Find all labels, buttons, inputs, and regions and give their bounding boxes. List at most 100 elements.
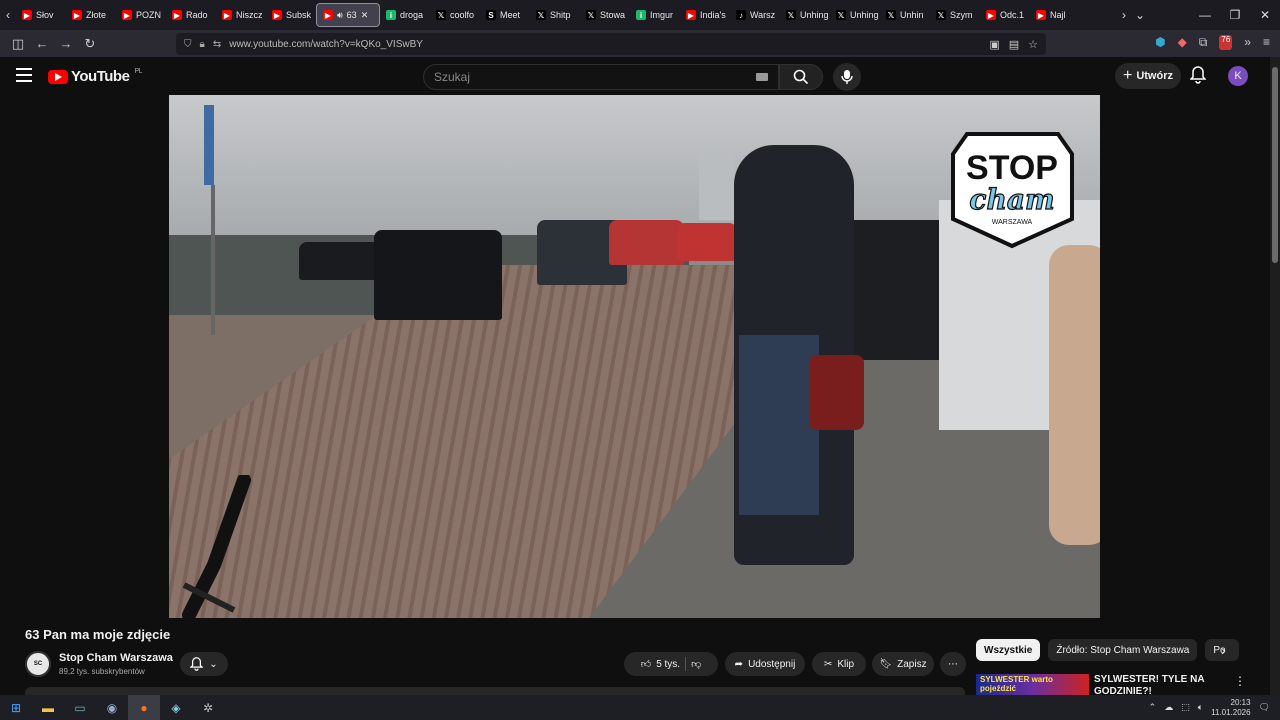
save-label: Zapisz <box>897 658 927 670</box>
firefox-taskbar-icon[interactable]: ● <box>128 695 160 720</box>
browser-tab[interactable]: 𝕏 Unhing <box>780 3 830 27</box>
video-title: 63 Pan ma moje zdjęcie <box>25 627 171 642</box>
notifications-icon[interactable]: 🗨︎ <box>1259 702 1270 713</box>
vpn-extension-icon[interactable]: ⬢ <box>1155 35 1165 50</box>
browser-tab[interactable]: 𝕏 Szym <box>930 3 980 27</box>
browser-tab[interactable]: i droga <box>380 3 430 27</box>
microphone-icon <box>841 70 853 84</box>
shield-icon[interactable]: ⛉ <box>184 39 192 50</box>
tab-label: coolfo <box>450 10 475 20</box>
url-text[interactable]: www.youtube.com/watch?v=kQKo_VISwBY <box>229 39 423 50</box>
app-taskbar-icon[interactable]: ◈ <box>160 695 192 720</box>
browser-tab[interactable]: i Imgur <box>630 3 680 27</box>
browser-tab[interactable]: 𝕏 Stowa <box>580 3 630 27</box>
reader-icon[interactable]: ▤ <box>1009 38 1019 51</box>
steam-icon[interactable]: ◉ <box>96 695 128 720</box>
browser-tab[interactable]: ▶ Subsk <box>266 3 316 27</box>
file-explorer-icon[interactable]: ▬ <box>32 695 64 720</box>
keyboard-icon[interactable] <box>756 73 768 81</box>
clock[interactable]: 20:13 11.01.2026 <box>1211 698 1250 718</box>
browser-tab[interactable]: ▶ Słov <box>16 3 66 27</box>
address-bar[interactable]: ⛉ 🔒︎ ⇆ www.youtube.com/watch?v=kQKo_VISw… <box>176 33 1046 55</box>
hamburger-menu-icon[interactable] <box>16 68 32 82</box>
sidebar-toggle-icon[interactable]: ◫ <box>6 36 30 52</box>
recommended-video-thumbnail[interactable]: SYLWESTER warto pojeździć <box>976 674 1089 695</box>
browser-tab[interactable]: ▶ Rado <box>166 3 216 27</box>
like-button[interactable]: 👍︎ 5 tys. <box>641 658 680 671</box>
browser-tab[interactable]: ▶ Najl <box>1030 3 1080 27</box>
browser-tab[interactable]: 𝕏 Unhin <box>880 3 930 27</box>
more-actions-button[interactable]: ⋯ <box>940 652 966 676</box>
account-avatar[interactable]: K <box>1228 66 1248 86</box>
voice-search-button[interactable] <box>833 63 861 91</box>
cloud-icon[interactable]: ☁ <box>1164 702 1173 713</box>
subscribed-button[interactable]: ⌄ <box>180 652 228 676</box>
car-bmw <box>374 230 502 320</box>
scissors-icon: ✂ <box>823 658 833 670</box>
tool-taskbar-icon[interactable]: ✲ <box>192 695 224 720</box>
yt-favicon-icon: ▶ <box>172 10 182 20</box>
save-button[interactable]: 🔖︎ Zapisz <box>872 652 934 676</box>
youtube-logo[interactable]: YouTube PL <box>48 68 142 85</box>
browser-tab[interactable]: ▶ Złote <box>66 3 116 27</box>
chip-source[interactable]: Źródło: Stop Cham Warszawa <box>1048 639 1198 661</box>
search-button[interactable] <box>779 64 823 90</box>
browser-tab[interactable]: 𝕏coolfo <box>430 3 480 27</box>
audio-playing-icon[interactable]: 🔊︎ <box>337 10 343 21</box>
clip-button[interactable]: ✂ Klip <box>812 652 866 676</box>
back-icon[interactable]: ← <box>30 36 54 51</box>
browser-tab[interactable]: ▶ 🔊︎ 63 ✕ <box>316 3 380 27</box>
search-input[interactable]: Szukaj <box>423 64 779 90</box>
permissions-icon[interactable]: ⇆ <box>213 39 221 50</box>
tab-list-chevron-icon[interactable]: ⌄ <box>1132 8 1148 22</box>
tiktok-favicon-icon: ♪ <box>736 10 746 20</box>
notifications-bell-icon[interactable] <box>1190 66 1206 84</box>
more-vertical-icon[interactable]: ⋮ <box>1234 674 1246 688</box>
volume-icon[interactable]: 🔈︎ <box>1198 702 1203 713</box>
tray-chevron-icon[interactable]: ⌃ <box>1149 702 1157 713</box>
browser-tab[interactable]: ▶ India's <box>680 3 730 27</box>
browser-tab[interactable]: ▶ Odc.1 <box>980 3 1030 27</box>
scrollbar-thumb[interactable] <box>1272 67 1278 263</box>
browser-tab[interactable]: ▶ Niszcz <box>216 3 266 27</box>
thumbs-down-icon[interactable]: 👎︎ <box>691 658 701 670</box>
fox-extension-icon[interactable]: ◆ <box>1178 35 1187 50</box>
forward-icon[interactable]: → <box>54 36 78 51</box>
browser-tab[interactable]: 𝕏 Shitp <box>530 3 580 27</box>
create-button[interactable]: + Utwórz <box>1115 63 1181 89</box>
close-window-icon[interactable]: ✕ <box>1250 0 1280 30</box>
minimize-icon[interactable]: — <box>1190 0 1220 30</box>
video-player[interactable]: STOP cham WARSZAWA <box>169 95 1100 618</box>
browser-tab[interactable]: S Meet <box>480 3 530 27</box>
start-button-icon[interactable]: ⊞ <box>0 695 32 720</box>
pip-icon[interactable]: ▣ <box>989 38 999 51</box>
page-scrollbar[interactable] <box>1270 57 1280 695</box>
share-button[interactable]: ➦ Udostępnij <box>725 652 805 676</box>
tab-scroll-left-icon[interactable]: ‹ <box>0 8 16 22</box>
network-icon[interactable]: ⬚ <box>1181 702 1190 713</box>
car-red-2 <box>677 223 737 261</box>
tab-scroll-right-icon[interactable]: › <box>1116 8 1132 22</box>
description-box[interactable] <box>25 687 965 695</box>
browser-tab[interactable]: ▶ POZN <box>116 3 166 27</box>
browser-tab[interactable]: 𝕏 Unhing <box>830 3 880 27</box>
chip-all[interactable]: Wszystkie <box>976 639 1041 661</box>
browser-tab[interactable]: ♪ Warsz <box>730 3 780 27</box>
extension-badge[interactable]: 76 <box>1219 35 1233 50</box>
close-tab-icon[interactable]: ✕ <box>361 10 369 21</box>
bookmark-star-icon[interactable]: ☆ <box>1028 38 1038 51</box>
tab-label: Najl <box>1050 10 1066 20</box>
s-favicon-icon: S <box>486 10 496 20</box>
extensions-icon[interactable]: ⧉ <box>1199 35 1208 50</box>
app-menu-icon[interactable]: ≡ <box>1263 35 1270 50</box>
lock-icon[interactable]: 🔒︎ <box>200 39 205 50</box>
restore-icon[interactable]: ❐ <box>1220 0 1250 30</box>
channel-avatar[interactable]: SC <box>25 651 51 677</box>
channel-name[interactable]: Stop Cham Warszawa <box>59 652 173 664</box>
yt-favicon-icon: ▶ <box>222 10 232 20</box>
chips-next-icon[interactable]: › <box>1221 642 1226 658</box>
monitor-app-icon[interactable]: ▭ <box>64 695 96 720</box>
overflow-chevrons-icon[interactable]: » <box>1244 35 1251 50</box>
car-red <box>609 220 684 265</box>
reload-icon[interactable]: ↻ <box>78 36 102 52</box>
